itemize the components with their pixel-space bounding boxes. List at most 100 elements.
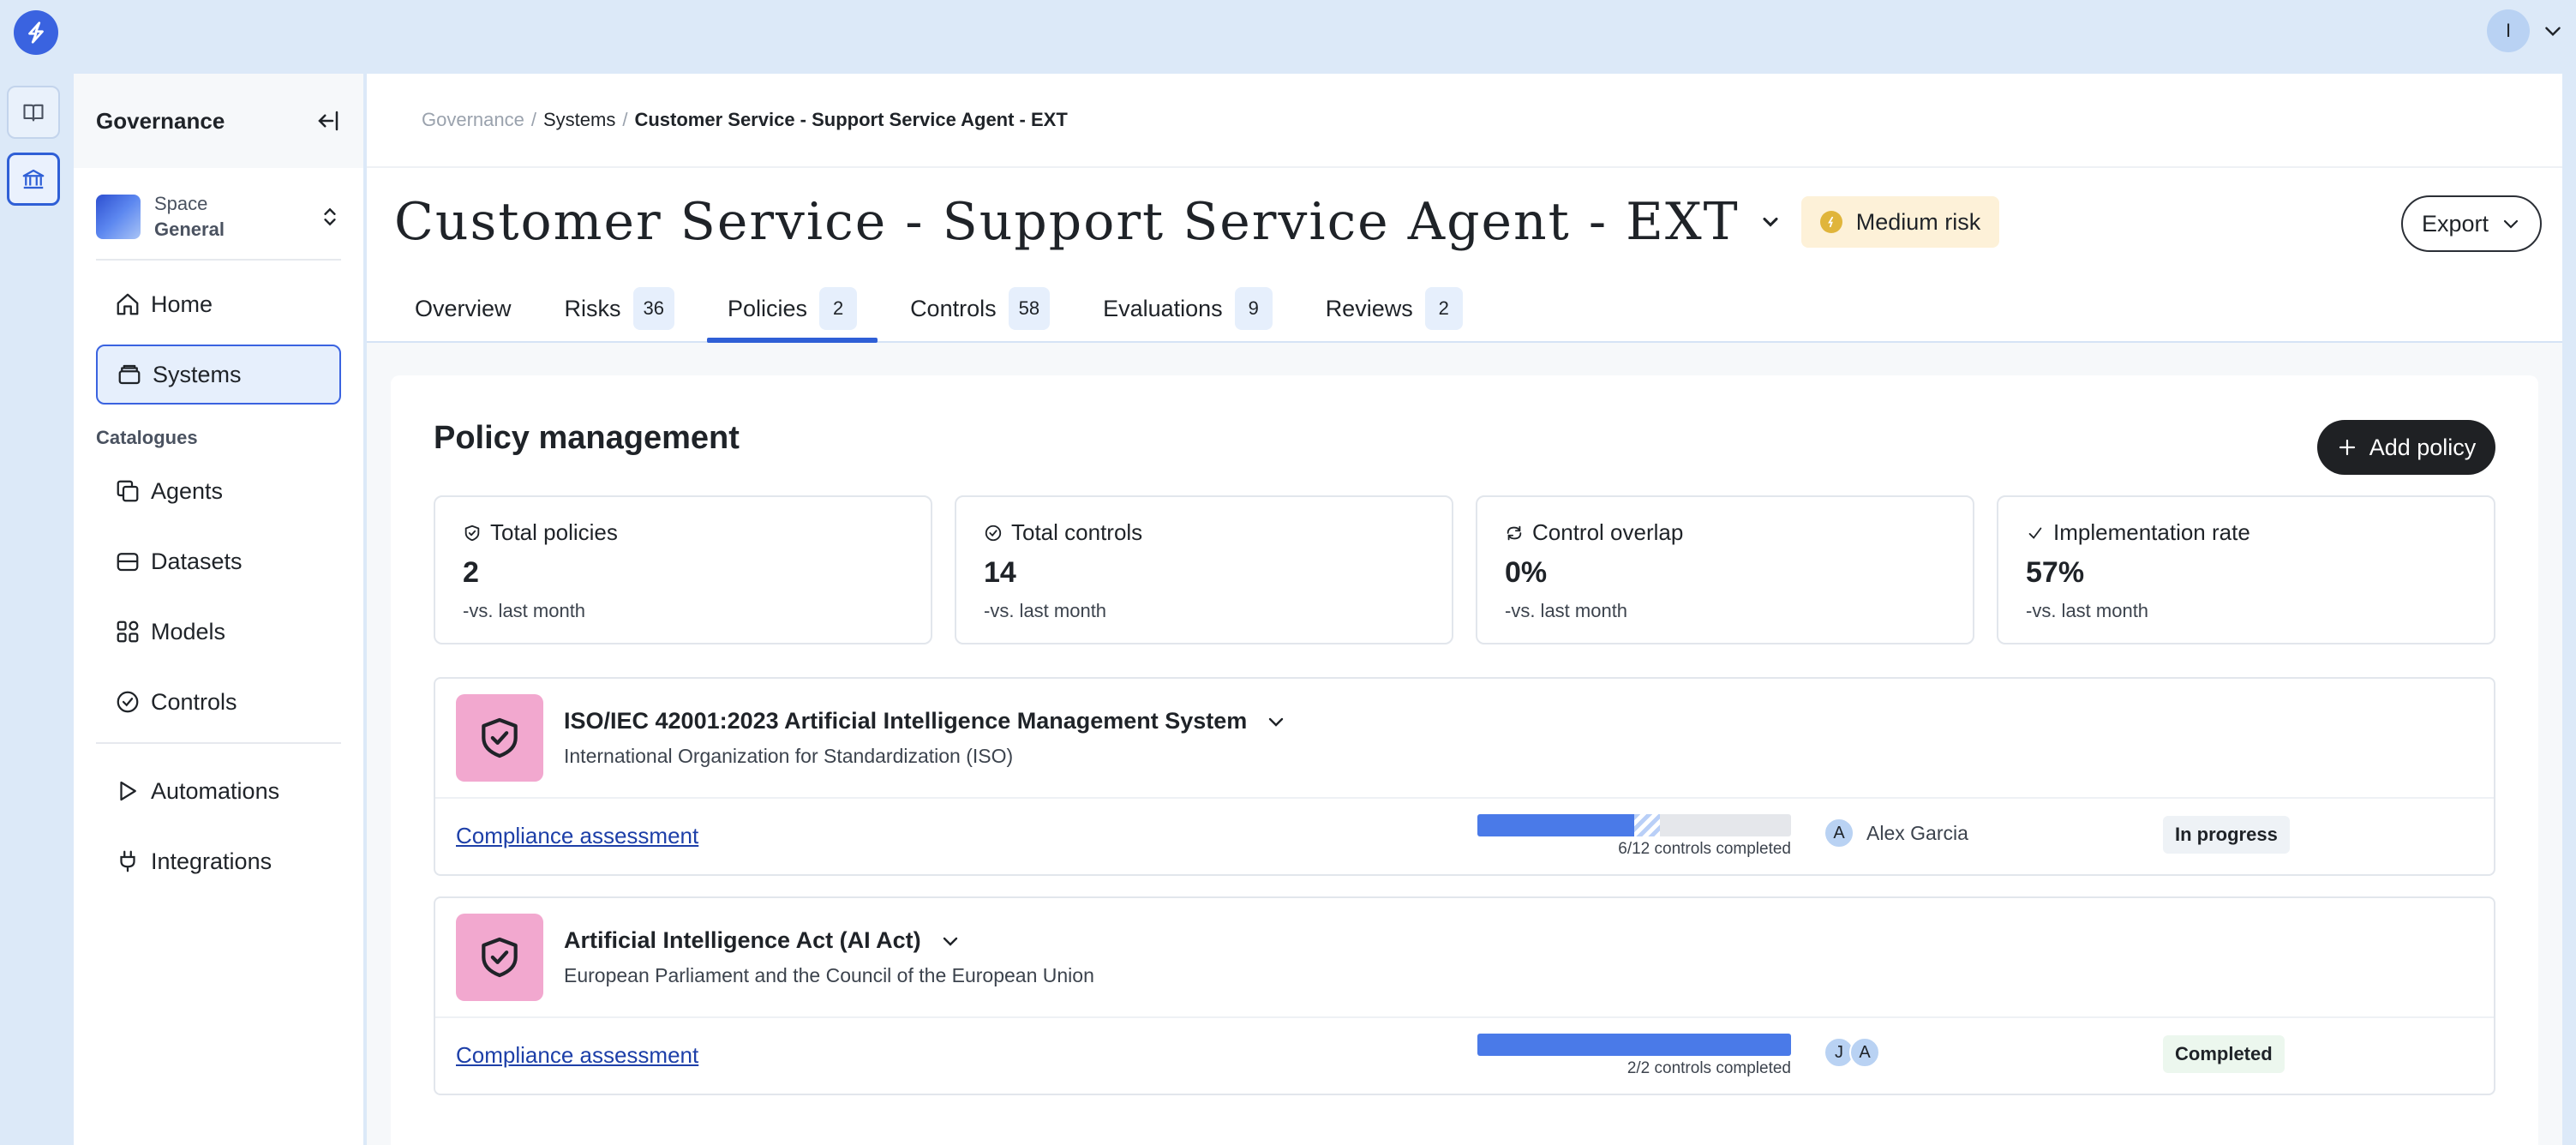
tab-label: Overview xyxy=(415,295,512,321)
stat-label: Control overlap xyxy=(1532,519,1684,545)
breadcrumb-root[interactable]: Governance xyxy=(422,109,524,131)
refresh-icon xyxy=(1507,525,1522,540)
stat-sub: vs. last month xyxy=(1511,600,1628,621)
assessment-row: Compliance assessment 6/12 controls comp… xyxy=(435,799,2494,874)
grid-plus-icon xyxy=(117,620,139,643)
sidebar-title: Governance xyxy=(96,107,225,134)
rail-docs-button[interactable] xyxy=(7,86,60,139)
status-badge: In progress xyxy=(2163,816,2290,854)
page-title: Customer Service - Support Service Agent… xyxy=(394,192,1740,252)
sidebar-item-automations[interactable]: Automations xyxy=(96,761,341,821)
play-icon xyxy=(120,781,136,801)
bank-icon xyxy=(22,169,45,189)
collapse-sidebar-icon[interactable] xyxy=(315,108,341,134)
sidebar-item-label: Systems xyxy=(153,361,242,387)
tab-policies[interactable]: Policies 2 xyxy=(707,276,878,343)
stats-row: Total policies 2 -vs. last month Total c… xyxy=(434,495,2495,644)
policy-management-card: Policy management Add policy Total polic… xyxy=(391,375,2538,1145)
check-icon xyxy=(2028,527,2042,539)
compliance-assessment-link[interactable]: Compliance assessment xyxy=(456,823,698,849)
rail-governance-button[interactable] xyxy=(7,153,60,206)
breadcrumb-systems[interactable]: Systems xyxy=(543,109,615,131)
tab-count: 36 xyxy=(632,287,675,330)
plug-icon xyxy=(120,850,135,872)
assignee-name: Alex Garcia xyxy=(1866,821,1968,844)
sidebar-item-controls[interactable]: Controls xyxy=(96,672,341,732)
stat-card: Total policies 2 -vs. last month xyxy=(434,495,932,644)
tab-count: 9 xyxy=(1234,287,1273,330)
tab-overview[interactable]: Overview xyxy=(394,276,532,341)
sidebar-item-systems[interactable]: Systems xyxy=(96,345,341,405)
section-title: Policy management xyxy=(434,420,740,456)
tab-controls[interactable]: Controls 58 xyxy=(890,276,1070,341)
stat-sub: vs. last month xyxy=(469,600,586,621)
breadcrumb-separator: / xyxy=(622,109,628,130)
avatar: A xyxy=(1824,818,1854,848)
stat-label: Implementation rate xyxy=(2053,519,2250,545)
progress: 6/12 controls completed xyxy=(1477,814,1791,859)
database-icon xyxy=(117,553,139,572)
sidebar: Governance Space General Home Systems Ca… xyxy=(74,74,363,1145)
tab-risks[interactable]: Risks 36 xyxy=(544,276,695,341)
sidebar-item-datasets[interactable]: Datasets xyxy=(96,531,341,591)
stat-value: 2 xyxy=(463,556,479,589)
stat-card: Total controls 14 -vs. last month xyxy=(955,495,1453,644)
tab-evaluations[interactable]: Evaluations 9 xyxy=(1082,276,1293,341)
space-thumbnail xyxy=(96,195,141,239)
plus-icon xyxy=(2339,439,2355,456)
user-menu[interactable]: I xyxy=(2487,9,2564,53)
tab-bar: Overview Risks 36 Policies 2 Controls 58… xyxy=(367,276,2562,343)
chevron-down-icon[interactable] xyxy=(1266,711,1286,732)
space-selector[interactable]: Space General xyxy=(96,187,341,261)
stat-value: 0% xyxy=(1505,556,1548,589)
risk-badge: Medium risk xyxy=(1800,196,2000,248)
stat-label: Total policies xyxy=(490,519,618,545)
sidebar-item-label: Automations xyxy=(151,777,280,804)
stat-sub: vs. last month xyxy=(2032,600,2149,621)
policy-card: ISO/IEC 42001:2023 Artificial Intelligen… xyxy=(434,677,2495,876)
sidebar-item-agents[interactable]: Agents xyxy=(96,461,341,521)
main-area: Governance / Systems / Customer Service … xyxy=(367,74,2562,1145)
shield-check-icon xyxy=(464,525,480,541)
book-open-icon xyxy=(23,104,44,122)
tab-label: Reviews xyxy=(1325,295,1413,321)
app-logo[interactable] xyxy=(14,10,58,55)
chevron-down-icon[interactable] xyxy=(2542,20,2564,42)
tab-count: 2 xyxy=(1424,287,1463,330)
chevron-down-icon[interactable] xyxy=(940,931,961,951)
export-button[interactable]: Export xyxy=(2401,195,2542,252)
avatar[interactable]: I xyxy=(2487,9,2530,52)
assignees: A Alex Garcia xyxy=(1824,818,1968,848)
chevron-updown-icon xyxy=(324,207,336,226)
avatar: A xyxy=(1849,1037,1880,1068)
progress-fill xyxy=(1477,1034,1791,1056)
policy-org: International Organization for Standardi… xyxy=(564,745,1014,767)
risk-label: Medium risk xyxy=(1855,208,1981,235)
compliance-assessment-link[interactable]: Compliance assessment xyxy=(456,1042,698,1069)
progress-fill xyxy=(1477,814,1634,836)
sidebar-item-integrations[interactable]: Integrations xyxy=(96,831,341,891)
policy-card: Artificial Intelligence Act (AI Act) Eur… xyxy=(434,896,2495,1095)
check-circle-icon xyxy=(117,691,139,713)
breadcrumb-current: Customer Service - Support Service Agent… xyxy=(634,109,1068,130)
add-policy-label: Add policy xyxy=(2369,434,2477,460)
policy-name: Artificial Intelligence Act (AI Act) xyxy=(564,927,921,953)
copy-icon xyxy=(117,480,139,502)
chevron-down-icon[interactable] xyxy=(1758,210,1782,234)
sidebar-item-models[interactable]: Models xyxy=(96,602,341,662)
stack-icon xyxy=(118,364,141,385)
add-policy-button[interactable]: Add policy xyxy=(2317,420,2495,475)
sidebar-item-label: Datasets xyxy=(151,548,243,574)
home-icon xyxy=(117,293,139,315)
check-circle-icon xyxy=(985,525,1002,541)
tab-reviews[interactable]: Reviews 2 xyxy=(1305,276,1483,341)
stat-card: Implementation rate 57% -vs. last month xyxy=(1997,495,2495,644)
bolt-icon xyxy=(28,21,44,44)
stat-value: 57% xyxy=(2026,556,2085,589)
catalogues-heading: Catalogues xyxy=(96,427,198,448)
space-name: General xyxy=(154,219,225,240)
sidebar-item-home[interactable]: Home xyxy=(96,274,341,334)
tab-label: Policies xyxy=(728,295,808,321)
status-badge: Completed xyxy=(2163,1035,2285,1073)
sidebar-item-label: Home xyxy=(151,291,213,317)
